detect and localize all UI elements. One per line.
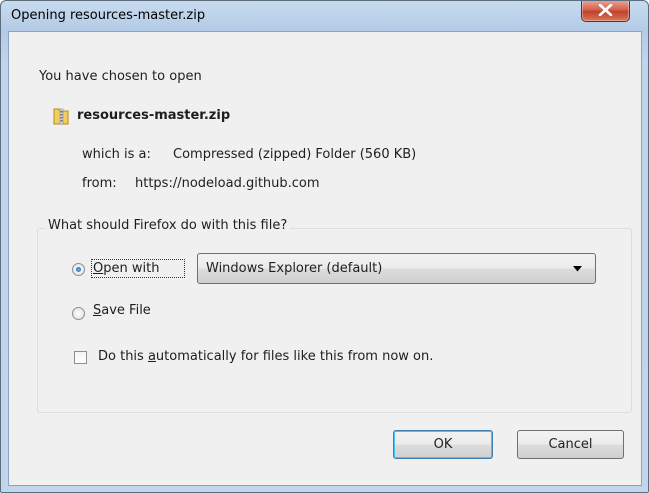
dialog-body: You have chosen to open resources-master… [8,31,642,486]
dialog-window: Opening resources-master.zip You have ch… [0,0,649,493]
title-bar[interactable]: Opening resources-master.zip [1,1,648,31]
save-file-label-rest: ave File [101,303,151,318]
file-type-label: which is a: [82,147,151,162]
intro-text: You have chosen to open [39,69,202,84]
auto-action-checkbox[interactable] [74,351,87,364]
open-with-label[interactable]: Open with [93,261,159,276]
open-with-radio[interactable] [72,263,85,276]
file-type-value: Compressed (zipped) Folder (560 KB) [173,147,417,162]
auto-action-label[interactable]: Do this automatically for files like thi… [98,349,433,364]
save-file-label[interactable]: Save File [93,303,151,318]
auto-action-label-after: utomatically for files like this from no… [155,349,434,364]
auto-action-label-before: Do this [98,349,148,364]
open-with-mnemonic: O [93,261,104,276]
cancel-button[interactable]: Cancel [517,430,624,459]
auto-action-mnemonic: a [147,349,156,364]
application-select-value: Windows Explorer (default) [206,261,383,276]
zip-folder-icon [53,108,69,125]
source-value: https://nodeload.github.com [135,176,320,191]
source-label: from: [82,176,117,191]
open-with-label-rest: pen with [103,261,160,276]
window-title: Opening resources-master.zip [11,8,206,23]
close-button[interactable] [581,1,630,22]
save-file-radio[interactable] [72,307,85,320]
action-group-legend: What should Firefox do with this file? [45,218,291,233]
close-icon [598,4,613,16]
chevron-down-icon [573,266,582,272]
application-select[interactable]: Windows Explorer (default) [197,253,596,284]
file-name: resources-master.zip [77,108,231,123]
ok-button[interactable]: OK [393,430,493,459]
